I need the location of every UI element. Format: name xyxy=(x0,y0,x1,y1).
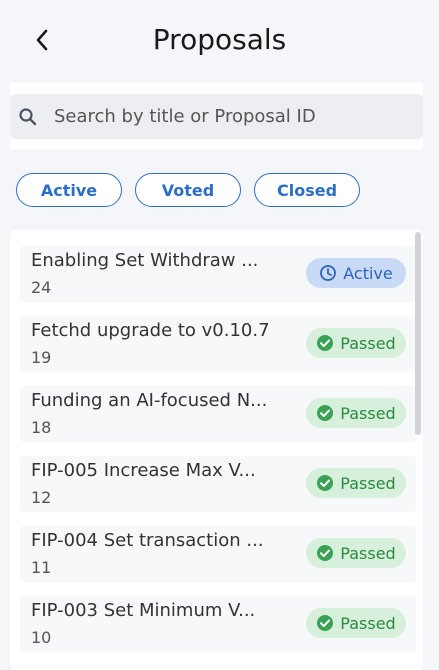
check-circle-icon xyxy=(316,474,334,492)
proposal-row[interactable]: FIP-005 Increase Max V... 12 Passed xyxy=(20,456,416,512)
proposal-title: Enabling Set Withdraw ... xyxy=(31,250,259,271)
proposal-id: 10 xyxy=(31,628,52,647)
list-scrollbar[interactable] xyxy=(415,232,421,435)
status-label: Passed xyxy=(340,473,396,493)
status-badge: Passed xyxy=(306,328,406,358)
status-badge: Passed xyxy=(306,468,406,498)
status-badge: Active xyxy=(306,258,406,288)
proposal-row[interactable]: Funding an AI-focused N... 18 Passed xyxy=(20,386,416,442)
filter-active-button[interactable]: Active xyxy=(16,173,122,207)
filter-voted-button[interactable]: Voted xyxy=(135,173,241,207)
search-icon xyxy=(18,107,38,127)
check-circle-icon xyxy=(316,614,334,632)
filter-chips: Active Voted Closed xyxy=(16,173,360,207)
search-bar[interactable] xyxy=(10,94,423,139)
proposal-id: 12 xyxy=(31,488,52,507)
status-badge: Passed xyxy=(306,398,406,428)
clock-icon xyxy=(319,264,337,282)
proposal-list: Enabling Set Withdraw ... 24 Active Fetc… xyxy=(10,230,423,670)
status-badge: Passed xyxy=(306,608,406,638)
proposal-title: Funding an AI-focused N... xyxy=(31,390,268,411)
status-label: Passed xyxy=(340,403,396,423)
search-input[interactable] xyxy=(52,105,396,128)
status-label: Passed xyxy=(340,613,396,633)
check-circle-icon xyxy=(316,334,334,352)
search-container xyxy=(10,82,423,150)
proposal-title: FIP-003 Set Minimum V... xyxy=(31,600,256,621)
check-circle-icon xyxy=(316,544,334,562)
page-title: Proposals xyxy=(152,23,287,56)
filter-closed-button[interactable]: Closed xyxy=(254,173,360,207)
proposal-id: 18 xyxy=(31,418,52,437)
status-label: Passed xyxy=(340,543,396,563)
header: Proposals xyxy=(0,0,439,80)
status-label: Passed xyxy=(340,333,396,353)
proposal-row[interactable]: FIP-004 Set transaction ... 11 Passed xyxy=(20,526,416,582)
proposal-id: 24 xyxy=(31,278,52,297)
proposal-id: 19 xyxy=(31,348,52,367)
check-circle-icon xyxy=(316,404,334,422)
proposal-title: FIP-004 Set transaction ... xyxy=(31,530,264,551)
proposal-title: FIP-005 Increase Max V... xyxy=(31,460,256,481)
status-label: Active xyxy=(343,263,393,283)
proposal-id: 11 xyxy=(31,558,52,577)
status-badge: Passed xyxy=(306,538,406,568)
proposal-title: Fetchd upgrade to v0.10.7 xyxy=(31,320,270,341)
proposal-row[interactable]: FIP-003 Set Minimum V... 10 Passed xyxy=(20,596,416,652)
proposal-row[interactable]: Enabling Set Withdraw ... 24 Active xyxy=(20,246,416,302)
proposal-row[interactable]: Fetchd upgrade to v0.10.7 19 Passed xyxy=(20,316,416,372)
